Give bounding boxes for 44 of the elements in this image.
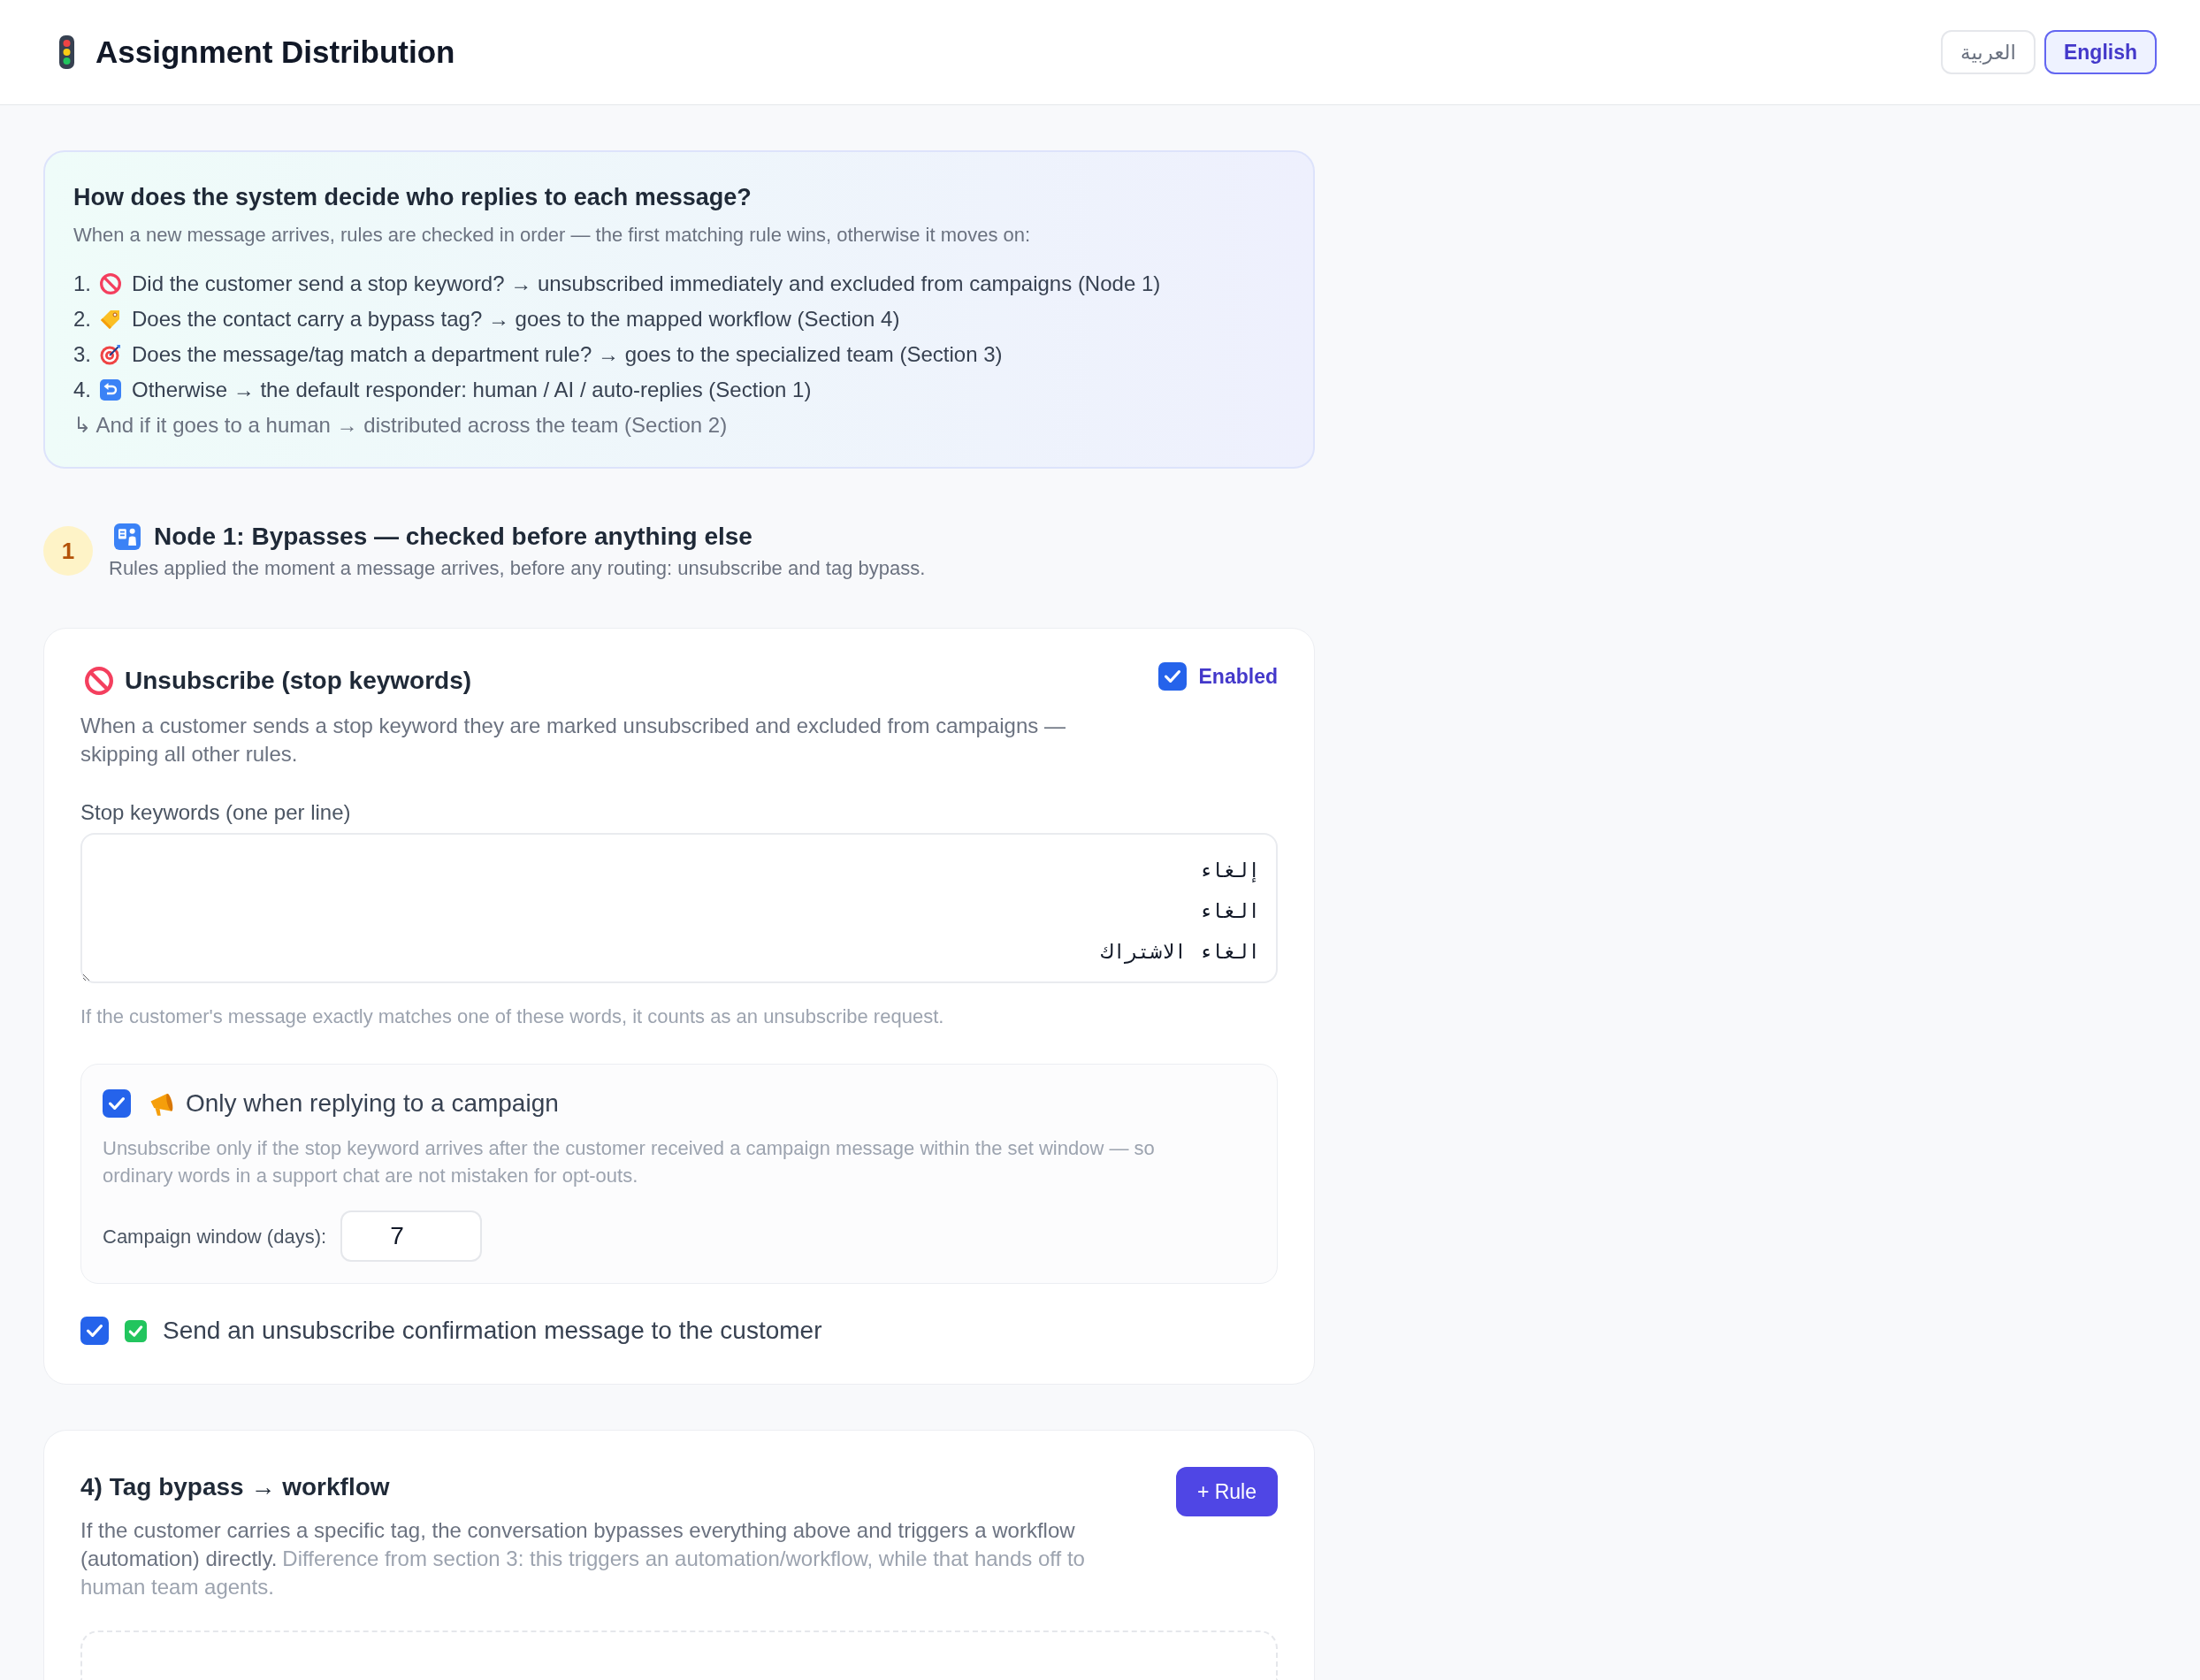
step-number: 2. [73, 306, 91, 332]
card-title: Unsubscribe (stop keywords) [125, 666, 472, 696]
step-text: Otherwise → the default responder: human / AI / auto-replies (Section 1) [132, 377, 812, 403]
field-label: Stop keywords (one per line) [80, 799, 352, 826]
checkbox[interactable] [1157, 662, 1187, 691]
traffic-light-icon [59, 35, 74, 69]
node-number-badge: 1 [43, 526, 93, 576]
tag-icon [100, 309, 121, 330]
step-number: 1. [73, 271, 91, 297]
step-note: ↳ And if it goes to a human → distributed across the team (Section 2) [73, 412, 729, 439]
checkbox[interactable] [80, 1317, 109, 1345]
step-text: Does the contact carry a bypass tag? → goes to the mapped workflow (Section 4) [132, 306, 900, 332]
card-title: 4) Tag bypass → workflow [80, 1472, 390, 1502]
card-description: When a customer sends a stop keyword they are marked unsubscribed and excluded from campaigns — skipping all other rules. [80, 713, 1066, 767]
person-document-icon [114, 523, 141, 550]
campaign-window-field[interactable]: 7 [340, 1210, 483, 1262]
option-label[interactable]: Only when replying to a campaign [186, 1085, 559, 1122]
info-subtitle: When a new message arrives, rules are checked in order — the first matching rule wins, otherwise it moves on: [73, 223, 1032, 248]
add-rule-button[interactable]: + Rule [1175, 1467, 1278, 1516]
field-hint: If the customer's message exactly matches one of these words, it counts as an unsubscribe request. [80, 1004, 945, 1029]
node-title: Node 1: Bypasses — checked before anything else [154, 522, 752, 552]
step-number: 4. [73, 377, 91, 403]
checkmark-icon [1164, 670, 1180, 683]
prohibited-icon [100, 273, 121, 294]
checkmark-icon [109, 1097, 125, 1110]
step-number: 3. [73, 341, 91, 368]
check-square-icon [125, 1319, 147, 1342]
field-label: Campaign window (days): [103, 1224, 327, 1249]
node-subtitle: Rules applied the moment a message arrives, before any routing: unsubscribe and tag bypass. [109, 556, 926, 581]
option-description: Unsubscribe only if the stop keyword arrives after the customer received a campaign message within the set window — so ordinary words in a support chat are not mistaken for opt-outs. [103, 1136, 1156, 1188]
target-icon [100, 344, 121, 365]
language-button[interactable]: English [2043, 30, 2157, 74]
language-button[interactable]: العربية [1941, 30, 2036, 74]
option-label[interactable]: Send an unsubscribe confirmation message to the customer [163, 1313, 822, 1348]
page-title: Assignment Distribution [95, 34, 455, 71]
checkmark-icon [87, 1325, 103, 1337]
checkbox[interactable] [103, 1089, 131, 1118]
enabled-label[interactable]: Enabled [1198, 662, 1278, 691]
step-text: Does the message/tag match a department rule? → goes to the specialized team (Section 3) [132, 341, 1003, 368]
info-title: How does the system decide who replies to each message? [73, 183, 752, 212]
stop-keywords-field[interactable]: إلغاء الغاء الغاء الاشتراك [80, 833, 1278, 983]
prohibited-icon [85, 667, 113, 695]
step-text: Did the customer send a stop keyword? → unsubscribed immediately and excluded from campaigns (Node 1) [132, 271, 1161, 297]
card-description: If the customer carries a specific tag, the conversation bypasses everything above and triggers a workflow (automation) directly. Difference from section 3: this triggers an automation/workflow, while that hands off to human team agents. [80, 1517, 1086, 1600]
